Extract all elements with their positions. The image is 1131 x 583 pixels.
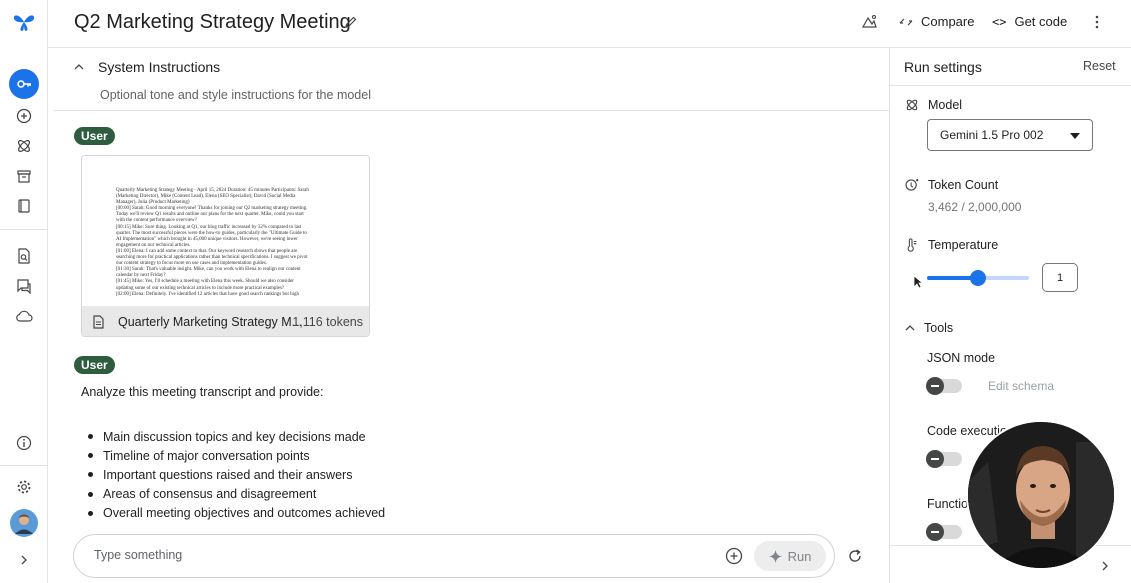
token-count-section-label: Token Count — [905, 178, 998, 192]
atom-icon[interactable] — [10, 132, 38, 160]
role-chip-user: User — [74, 356, 115, 374]
toggle-knob — [926, 377, 944, 395]
archive-icon[interactable] — [10, 162, 38, 190]
code-execution-toggle[interactable] — [926, 450, 962, 468]
settings-icon[interactable] — [10, 473, 38, 501]
rail-divider — [0, 229, 48, 230]
run-settings-title: Run settings — [904, 59, 982, 75]
document-icon — [93, 315, 104, 329]
presenter-webcam — [966, 420, 1116, 570]
temperature-label: Temperature — [928, 238, 999, 252]
get-code-label: Get code — [1014, 14, 1068, 29]
prompt-text: Analyze this meeting transcript and prov… — [81, 385, 324, 399]
prompt-placeholder: Type something — [94, 548, 183, 562]
list-item: Overall meeting objectives and outcomes … — [88, 504, 385, 523]
token-icon — [905, 179, 919, 191]
chevron-right-icon[interactable] — [10, 546, 38, 574]
function-calling-label: Functio — [927, 497, 968, 511]
system-instructions-toggle[interactable]: System Instructions — [74, 59, 220, 75]
run-label: Run — [787, 548, 812, 564]
temperature-slider-thumb[interactable] — [970, 270, 986, 286]
reset-button[interactable]: Reset — [1083, 59, 1116, 73]
rail-divider-bottom — [0, 465, 48, 466]
chevron-up-icon — [74, 64, 84, 70]
system-instructions-label: System Instructions — [98, 59, 221, 75]
list-item: Main discussion topics and key decisions… — [88, 427, 385, 446]
compare-button[interactable]: Compare — [899, 14, 974, 29]
chevron-right-icon[interactable] — [1101, 561, 1109, 571]
edit-title-icon[interactable] — [344, 15, 358, 34]
attachment-preview: Quarterly Marketing Strategy Meeting - A… — [82, 156, 369, 306]
attachment-footer: Quarterly Marketing Strategy M... 1,116 … — [82, 306, 369, 336]
chevron-up-icon — [905, 325, 915, 331]
atom-icon — [906, 99, 918, 111]
info-icon[interactable] — [10, 429, 38, 457]
attachment-tokens: 1,116 tokens — [292, 315, 363, 329]
model-section-label: Model — [905, 98, 962, 112]
role-chip-user: User — [74, 127, 115, 145]
toggle-knob — [926, 523, 944, 541]
avatar[interactable] — [10, 509, 38, 537]
toggle-knob — [926, 450, 944, 468]
temperature-section-label: Temperature — [905, 238, 998, 252]
code-icon: <> — [992, 14, 1007, 29]
mouse-cursor-icon — [913, 275, 923, 289]
temperature-input[interactable]: 1 — [1042, 263, 1078, 292]
list-item: Important questions raised and their ans… — [88, 465, 385, 484]
add-media-icon[interactable] — [725, 547, 743, 570]
top-header: Q2 Marketing Strategy Meeting Compare <>… — [48, 0, 1131, 48]
list-item: Timeline of major conversation points — [88, 446, 385, 465]
dropdown-arrow-icon — [1070, 133, 1080, 139]
prompt-input[interactable]: Type something Run — [73, 534, 835, 578]
thermometer-icon — [907, 238, 917, 252]
list-item: Areas of consensus and disagreement — [88, 485, 385, 504]
book-icon[interactable] — [10, 192, 38, 220]
json-mode-label: JSON mode — [927, 351, 996, 365]
tools-label: Tools — [924, 321, 954, 335]
model-value: Gemini 1.5 Pro 002 — [940, 128, 1044, 142]
attachment-name: Quarterly Marketing Strategy M... — [118, 315, 303, 329]
token-count-value: 3,462 / 2,000,000 — [928, 200, 1022, 214]
compare-icon — [899, 18, 913, 25]
compare-mode-icon[interactable] — [860, 13, 878, 36]
page-title: Q2 Marketing Strategy Meeting — [74, 11, 351, 33]
get-code-button[interactable]: <> Get code — [992, 14, 1067, 29]
run-settings-header: Run settings Reset — [890, 48, 1131, 86]
function-calling-toggle[interactable] — [926, 523, 962, 541]
app-window: Q2 Marketing Strategy Meeting Compare <>… — [0, 0, 1131, 583]
model-label: Model — [928, 98, 963, 112]
attachment-card[interactable]: Quarterly Marketing Strategy Meeting - A… — [81, 155, 370, 337]
doc-search-icon[interactable] — [10, 242, 38, 270]
key-icon[interactable] — [9, 69, 39, 99]
refresh-icon[interactable] — [847, 548, 863, 569]
prompt-bullet-list: Main discussion topics and key decisions… — [88, 427, 385, 523]
tools-section-toggle[interactable]: Tools — [905, 321, 953, 335]
left-rail — [0, 0, 48, 583]
logo-icon[interactable] — [10, 8, 38, 36]
preview-line: [02:00] Elena: Definitely. I've identifi… — [116, 291, 300, 297]
edit-schema-button[interactable]: Edit schema — [988, 379, 1054, 393]
model-select[interactable]: Gemini 1.5 Pro 002 — [927, 119, 1093, 151]
compare-label: Compare — [921, 14, 975, 29]
sparkle-icon — [768, 549, 782, 563]
chat-area: System Instructions Optional tone and st… — [48, 48, 889, 583]
chat-icon[interactable] — [10, 272, 38, 300]
token-count-label: Token Count — [928, 178, 999, 192]
system-instructions-input[interactable]: Optional tone and style instructions for… — [100, 88, 371, 102]
run-button[interactable]: Run — [754, 541, 826, 571]
json-mode-toggle[interactable] — [926, 377, 962, 395]
system-instructions-divider — [54, 110, 889, 111]
add-circle-icon[interactable] — [10, 102, 38, 130]
more-vert-icon[interactable] — [1094, 14, 1100, 35]
temperature-slider[interactable] — [927, 270, 1029, 286]
cloud-icon[interactable] — [10, 302, 38, 330]
